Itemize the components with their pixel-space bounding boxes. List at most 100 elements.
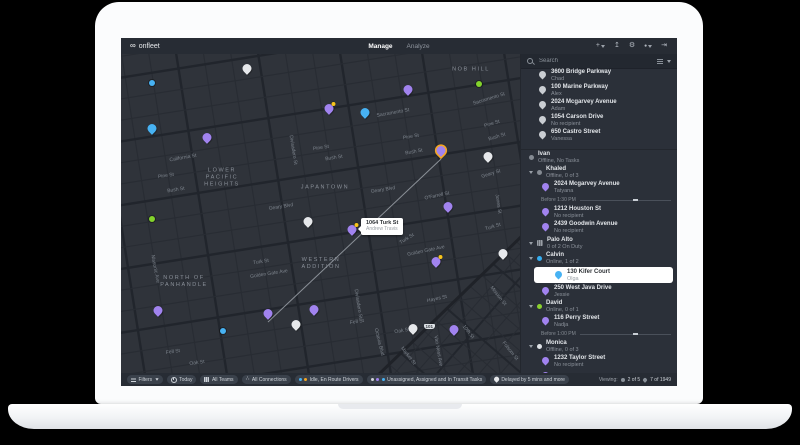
tooltip-subtitle: Andrew Travis	[366, 226, 398, 232]
map-pin-blue[interactable]	[358, 106, 372, 121]
task-row[interactable]: 2024 Mcgarvey Avenue Adam	[521, 98, 677, 113]
chip-label: Filters	[138, 376, 153, 383]
filters-chip[interactable]: Filters	[127, 375, 163, 384]
driver-count-icon	[620, 377, 625, 382]
map-pin-white[interactable]	[496, 247, 510, 262]
row-subtitle: No recipient	[554, 228, 584, 234]
driver-row[interactable]: David Online, 0 of 1	[521, 299, 677, 314]
clock-icon	[170, 376, 177, 383]
map-pin-purple[interactable]	[200, 131, 214, 146]
delayed-filter-chip[interactable]: Delayed by 5 mins and more	[490, 375, 569, 384]
tab-manage[interactable]: Manage	[368, 43, 392, 50]
connections-filter-chip[interactable]: ∴ All Connections	[241, 375, 291, 384]
pin-shape	[358, 106, 372, 119]
task-row[interactable]: 1054 Carson Drive No recipient	[521, 113, 677, 128]
driver-status-legend-chip[interactable]: Idle, En Route Drivers	[294, 375, 363, 384]
row-title: 2439 Goodwin Avenue	[554, 221, 618, 227]
row-text: 1212 Houston St No recipient	[554, 206, 601, 219]
date-filter-chip[interactable]: Today	[166, 375, 197, 384]
map-pin-purple[interactable]	[447, 323, 461, 338]
task-pin-icon	[540, 285, 551, 296]
task-pin-icon	[537, 114, 548, 125]
building-icon	[204, 377, 210, 382]
task-row[interactable]: 100 Marine Parkway Alex	[521, 83, 677, 98]
map-pin-white[interactable]	[406, 322, 420, 337]
pin-shape	[447, 323, 461, 336]
task-sidebar: 3600 Bridge ParkwayChad 100 Marine Parkwa…	[520, 54, 677, 373]
driver-row[interactable]: Khaled Offline, 0 of 3	[521, 165, 677, 180]
task-status-legend-chip[interactable]: Unassigned, Assigned and In Transit Task…	[366, 375, 487, 384]
expand-caret-icon[interactable]	[529, 345, 533, 348]
pin-shape	[434, 144, 448, 157]
map-pin-purple[interactable]	[322, 102, 336, 117]
expand-caret-icon[interactable]	[529, 171, 533, 174]
map-dot-blue[interactable]	[149, 80, 155, 86]
filter-chips: Filters Today All Teams ∴ All Connections Idl…	[127, 375, 569, 384]
task-pin-icon	[537, 129, 548, 140]
map-pin-white[interactable]	[289, 318, 303, 333]
row-subtitle: No recipient	[551, 121, 581, 127]
task-row[interactable]: 116 Perry Street Nadja	[521, 314, 677, 329]
pin-shape	[406, 322, 420, 335]
task-row[interactable]: 2439 Goodwin Avenue No recipient	[521, 220, 677, 235]
row-text: 2439 Goodwin Avenue No recipient	[554, 221, 618, 234]
map-pin-purple[interactable]	[345, 223, 359, 238]
chevron-down-icon[interactable]	[667, 59, 671, 63]
pin-shape	[496, 247, 510, 260]
neighborhood-label: NORTH OF PANHANDLE	[160, 275, 208, 288]
pin-shape	[441, 200, 455, 213]
map-pin-blue[interactable]	[145, 122, 159, 137]
map-pin-purple[interactable]	[151, 304, 165, 319]
map-dot-green[interactable]	[476, 81, 482, 87]
map-tooltip: 1064 Turk St Andrew Travis	[357, 218, 404, 235]
map-pin-purple[interactable]	[261, 307, 275, 322]
row-title: 116 Perry Street	[554, 315, 600, 321]
driver-row[interactable]: Ivan Offline, No Tasks	[521, 150, 677, 165]
teams-filter-chip[interactable]: All Teams	[200, 375, 238, 384]
driver-status-dot	[537, 304, 542, 309]
map-dot-green[interactable]	[149, 216, 155, 222]
row-title: 1212 Houston St	[554, 206, 602, 212]
laptop-mockup: ∞ onfleet Manage Analyze + ↥ ⚙ ● ⇥ 101 1…	[0, 0, 800, 445]
team-row[interactable]: Palo Alto 0 of 2 On Duty	[521, 235, 677, 251]
row-text: 250 West Java Drive Jessie	[554, 285, 612, 298]
driver-row[interactable]: Monica Offline, 0 of 3	[521, 339, 677, 354]
task-row[interactable]: 130 Kifer Court Olga	[534, 267, 673, 283]
row-title: 3600 Bridge Parkway	[551, 69, 612, 75]
expand-caret-icon[interactable]	[529, 257, 533, 260]
pin-badge	[438, 255, 443, 259]
task-row[interactable]: 250 West Java Drive Jessie	[521, 284, 677, 299]
list-view-icon[interactable]	[657, 58, 663, 64]
search-input[interactable]	[537, 57, 653, 65]
time-divider-label: Before 1:00 PM	[541, 331, 576, 337]
expand-caret-icon[interactable]	[529, 305, 533, 308]
tab-analyze[interactable]: Analyze	[407, 43, 430, 50]
driver-row[interactable]: Calvin Online, 1 of 2	[521, 251, 677, 266]
neighborhood-label: NOB HILL	[452, 66, 490, 73]
row-text: Palo Alto 0 of 2 On Duty	[547, 237, 582, 250]
map[interactable]: 101 1064 Turk St Andrew Travis NOB HILL L…	[121, 54, 520, 373]
map-dot-blue[interactable]	[220, 328, 226, 334]
chip-label: Delayed by 5 mins and more	[501, 376, 565, 383]
map-pin-purple[interactable]	[401, 83, 415, 98]
map-pin-purple[interactable]	[434, 144, 448, 159]
map-pin-purple[interactable]	[441, 200, 455, 215]
map-pin-white[interactable]	[240, 62, 254, 77]
task-row[interactable]: 1232 Taylor Street No recipient	[521, 354, 677, 369]
map-pin-white[interactable]	[481, 150, 495, 165]
driver-status-dot	[537, 170, 542, 175]
row-subtitle: Nadja	[554, 322, 569, 328]
task-row[interactable]: 650 Castro Street Vanessa	[521, 128, 677, 143]
map-pin-white[interactable]	[301, 215, 315, 230]
task-row[interactable]: 2024 Mcgarvey Avenue Tatyana	[521, 180, 677, 195]
row-text: 2024 Mcgarvey Avenue Tatyana	[554, 181, 620, 194]
task-driver-list: 3600 Bridge Parkway Chad 100 Marine Parkwa…	[521, 68, 677, 373]
pin-shape	[289, 318, 303, 331]
task-row[interactable]: 3600 Bridge Parkway Chad	[521, 68, 677, 83]
expand-caret-icon[interactable]	[529, 241, 533, 245]
row-subtitle: Chad	[551, 76, 565, 82]
map-pin-purple[interactable]	[307, 303, 321, 318]
task-row[interactable]: 1212 Houston St No recipient	[521, 205, 677, 220]
row-text: 130 Kifer Court Olga	[567, 269, 610, 282]
map-pin-purple[interactable]	[429, 255, 443, 270]
